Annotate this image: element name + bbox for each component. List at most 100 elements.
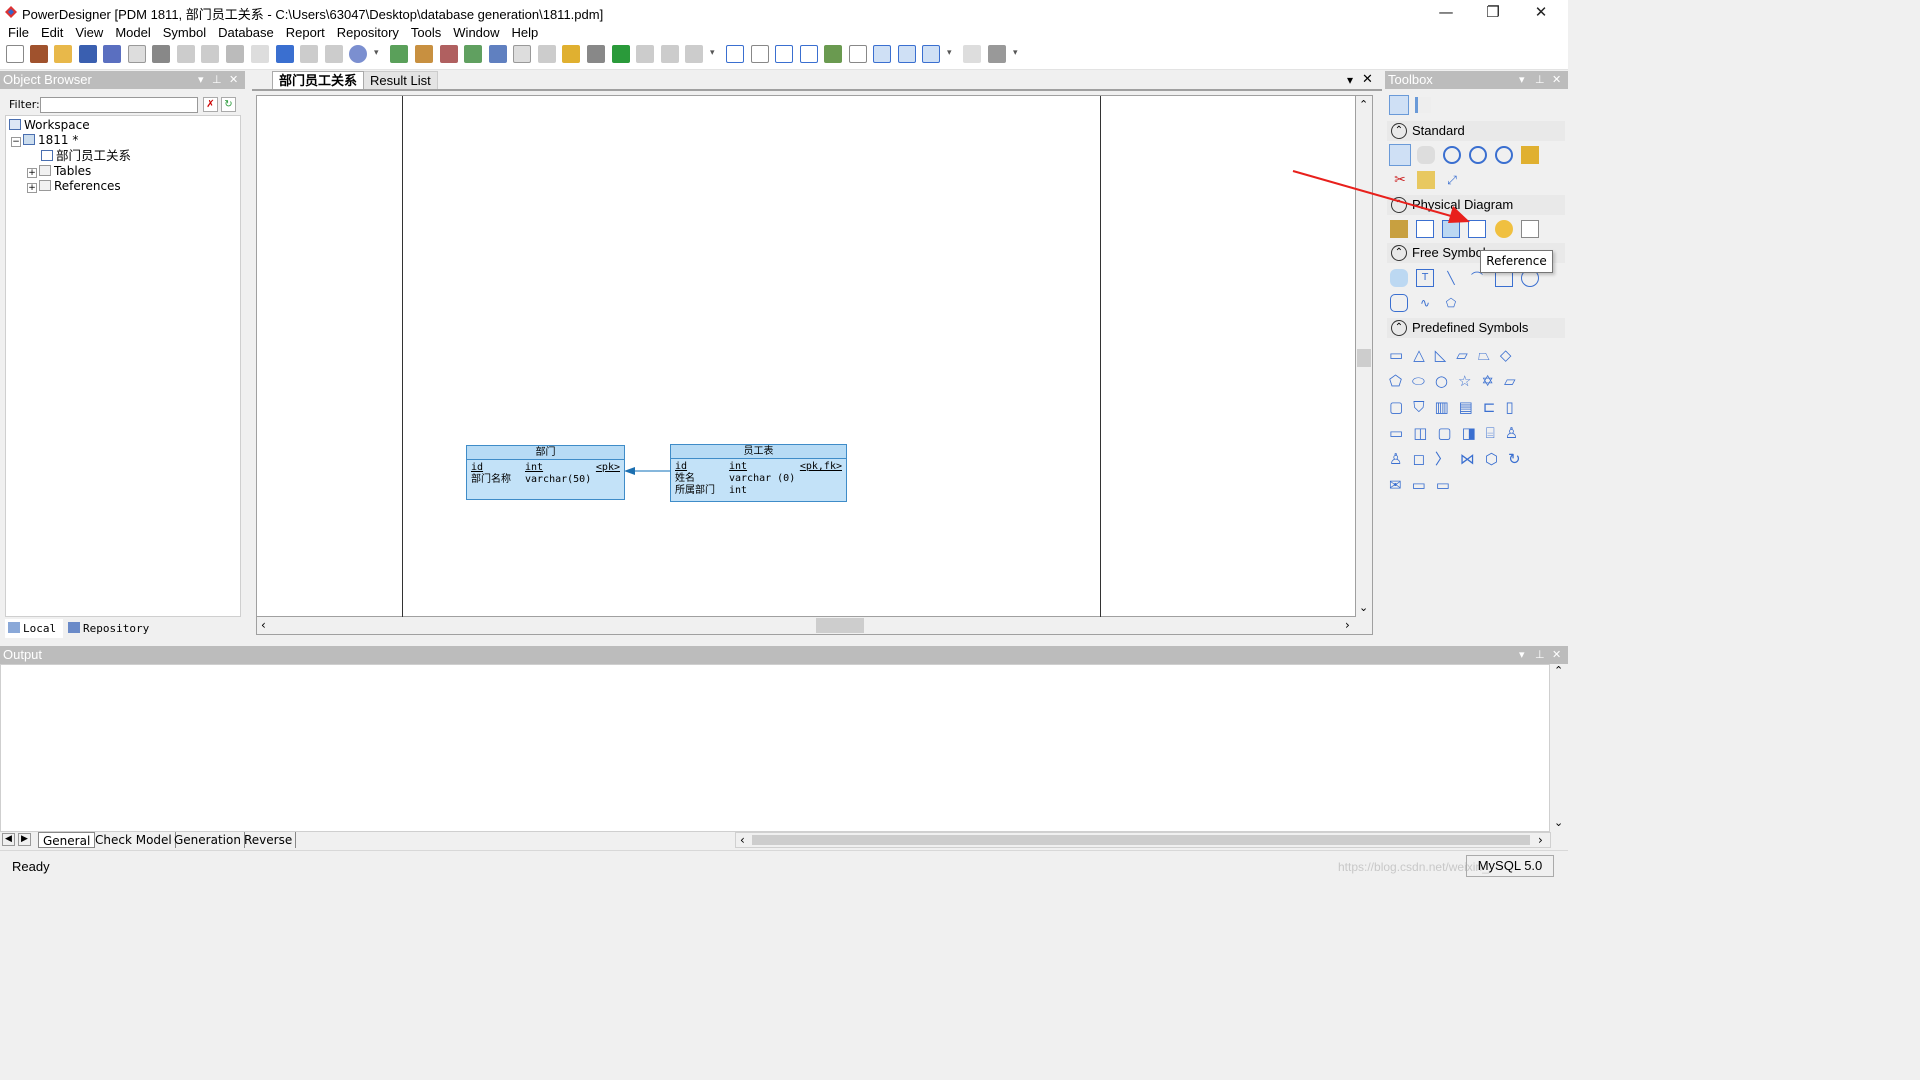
tab-general[interactable]: General xyxy=(38,832,96,848)
scroll-right-icon[interactable]: › xyxy=(1538,833,1543,847)
panel-dropdown-icon[interactable]: ▾ xyxy=(1519,646,1525,664)
open-icon[interactable] xyxy=(54,45,72,63)
tab-scroll-right-icon[interactable]: ▶ xyxy=(18,833,31,846)
output-log[interactable] xyxy=(0,664,1550,832)
close-button[interactable]: ✕ xyxy=(1518,0,1564,24)
section-standard[interactable]: ⌃ Standard xyxy=(1387,121,1565,141)
chevron-icon[interactable]: 〉 xyxy=(1435,450,1460,468)
tree-item-tables[interactable]: + Tables xyxy=(27,164,91,179)
frame-shape-icon[interactable]: ◻ xyxy=(1412,450,1434,468)
restore-button[interactable]: ❐ xyxy=(1470,0,1516,24)
menu-report[interactable]: Report xyxy=(280,24,331,41)
pin-icon[interactable]: ⊥ xyxy=(1535,71,1545,89)
save-icon[interactable] xyxy=(79,45,97,63)
collapse-section-icon[interactable]: ⌃ xyxy=(1391,245,1407,261)
horizontal-scroll-thumb[interactable] xyxy=(816,618,864,633)
list-view-icon[interactable] xyxy=(1415,97,1431,113)
redo-icon[interactable] xyxy=(300,45,318,63)
menu-edit[interactable]: Edit xyxy=(35,24,69,41)
scroll-down-icon[interactable]: ⌄ xyxy=(1554,816,1563,829)
tab-result-list[interactable]: Result List xyxy=(364,71,438,89)
properties-icon[interactable] xyxy=(325,45,343,63)
collapse-icon[interactable]: − xyxy=(11,137,21,147)
tree-item-model[interactable]: − 1811 * xyxy=(11,133,78,148)
hexagon-icon[interactable]: ⬭ xyxy=(1412,372,1435,390)
scroll-down-icon[interactable]: ⌄ xyxy=(1359,601,1368,614)
output-vertical-scrollbar[interactable]: ⌃ ⌄ xyxy=(1550,664,1568,832)
pointer-tool-icon[interactable] xyxy=(1389,144,1411,166)
tab-shape-icon[interactable]: ▢ xyxy=(1389,398,1413,416)
package-icon[interactable] xyxy=(415,45,433,63)
tab-reverse[interactable]: Reverse xyxy=(241,832,297,848)
octagon2-icon[interactable]: ⬡ xyxy=(1485,450,1508,468)
filter-input[interactable] xyxy=(40,97,198,113)
close-panel-icon[interactable]: ✕ xyxy=(1552,71,1561,89)
table-emp[interactable]: 员工表 id int <pk,fk> 姓名 varchar (0) 所属部门 i… xyxy=(670,444,847,502)
output-horizontal-scrollbar[interactable]: ‹ › xyxy=(735,832,1551,848)
tab-generation[interactable]: Generation xyxy=(171,832,245,848)
align-bottom-icon[interactable] xyxy=(775,45,793,63)
card-icon[interactable]: ▱ xyxy=(1504,372,1526,390)
zoom-fit-icon[interactable] xyxy=(1495,146,1513,164)
impact-icon[interactable] xyxy=(489,45,507,63)
print-icon[interactable] xyxy=(152,45,170,63)
tab-check-model[interactable]: Check Model xyxy=(92,832,176,848)
pin-icon[interactable]: ⊥ xyxy=(1535,646,1545,664)
document-icon[interactable]: ▯ xyxy=(1505,398,1523,416)
zoom-in-icon[interactable] xyxy=(1443,146,1461,164)
pen-icon[interactable] xyxy=(562,45,580,63)
vertical-scroll-thumb[interactable] xyxy=(1357,349,1371,367)
file-tool-icon[interactable] xyxy=(1521,220,1539,238)
scroll-left-icon[interactable]: ‹ xyxy=(740,833,745,847)
scroll-up-icon[interactable]: ⌃ xyxy=(1359,98,1368,111)
pin-icon[interactable]: ⊥ xyxy=(212,71,222,89)
toolbar-overflow-icon[interactable]: ▾ xyxy=(374,48,379,62)
collapse-section-icon[interactable]: ⌃ xyxy=(1391,320,1407,336)
close-panel-icon[interactable]: ✕ xyxy=(1552,646,1561,664)
menu-model[interactable]: Model xyxy=(109,24,156,41)
triangle-icon[interactable]: △ xyxy=(1413,346,1435,364)
format-painter-icon[interactable] xyxy=(587,45,605,63)
tab-scroll-left-icon[interactable]: ◀ xyxy=(2,833,15,846)
close-panel-icon[interactable]: ✕ xyxy=(229,71,238,89)
expand-icon[interactable]: + xyxy=(27,168,37,178)
menu-view[interactable]: View xyxy=(69,24,109,41)
model-icon[interactable] xyxy=(390,45,408,63)
collapse-section-icon[interactable]: ⌃ xyxy=(1391,123,1407,139)
check-model-icon[interactable] xyxy=(349,45,367,63)
panel-dropdown-icon[interactable]: ▾ xyxy=(198,71,204,89)
menu-tools[interactable]: Tools xyxy=(405,24,447,41)
paste-icon[interactable] xyxy=(226,45,244,63)
back-icon[interactable] xyxy=(661,45,679,63)
toolbar-overflow-icon[interactable]: ▾ xyxy=(947,48,952,62)
minimize-button[interactable]: — xyxy=(1423,0,1469,24)
star6-icon[interactable]: ✡ xyxy=(1481,372,1504,390)
cylinder-icon[interactable]: ⌸ xyxy=(1486,424,1505,442)
align-left-icon[interactable] xyxy=(800,45,818,63)
grabber-tool-icon[interactable] xyxy=(1417,146,1435,164)
tab-repository[interactable]: Repository xyxy=(66,619,156,638)
align-center-icon[interactable] xyxy=(824,45,842,63)
menu-help[interactable]: Help xyxy=(506,24,545,41)
tab-list-icon[interactable]: ▾ xyxy=(1347,71,1353,89)
tab-local[interactable]: Local xyxy=(5,619,63,638)
save-all-icon[interactable] xyxy=(103,45,121,63)
octagon-icon[interactable]: ○ xyxy=(1435,372,1458,390)
section-predefined-symbols[interactable]: ⌃ Predefined Symbols xyxy=(1387,318,1565,338)
window-shape-icon[interactable]: ▭ xyxy=(1436,476,1460,494)
title-tool-icon[interactable]: T xyxy=(1416,269,1434,287)
polyline-tool-icon[interactable]: ∿ xyxy=(1416,294,1434,312)
copy-icon[interactable] xyxy=(201,45,219,63)
scroll-up-icon[interactable]: ⌃ xyxy=(1554,664,1563,677)
delete-icon[interactable] xyxy=(251,45,269,63)
close-diagram-icon[interactable]: ✕ xyxy=(1362,71,1373,89)
scroll-right-icon[interactable]: › xyxy=(1345,618,1350,632)
page-setup-icon[interactable] xyxy=(963,45,981,63)
toolbar-overflow-icon[interactable]: ▾ xyxy=(710,48,715,62)
polygon-tool-icon[interactable]: ⬠ xyxy=(1442,294,1460,312)
icon-view-icon[interactable] xyxy=(1389,95,1409,115)
clear-filter-icon[interactable]: ✗ xyxy=(203,97,218,112)
forward-icon[interactable] xyxy=(685,45,703,63)
text-box-tool-icon[interactable] xyxy=(1390,269,1408,287)
open-properties-icon[interactable] xyxy=(1521,146,1539,164)
